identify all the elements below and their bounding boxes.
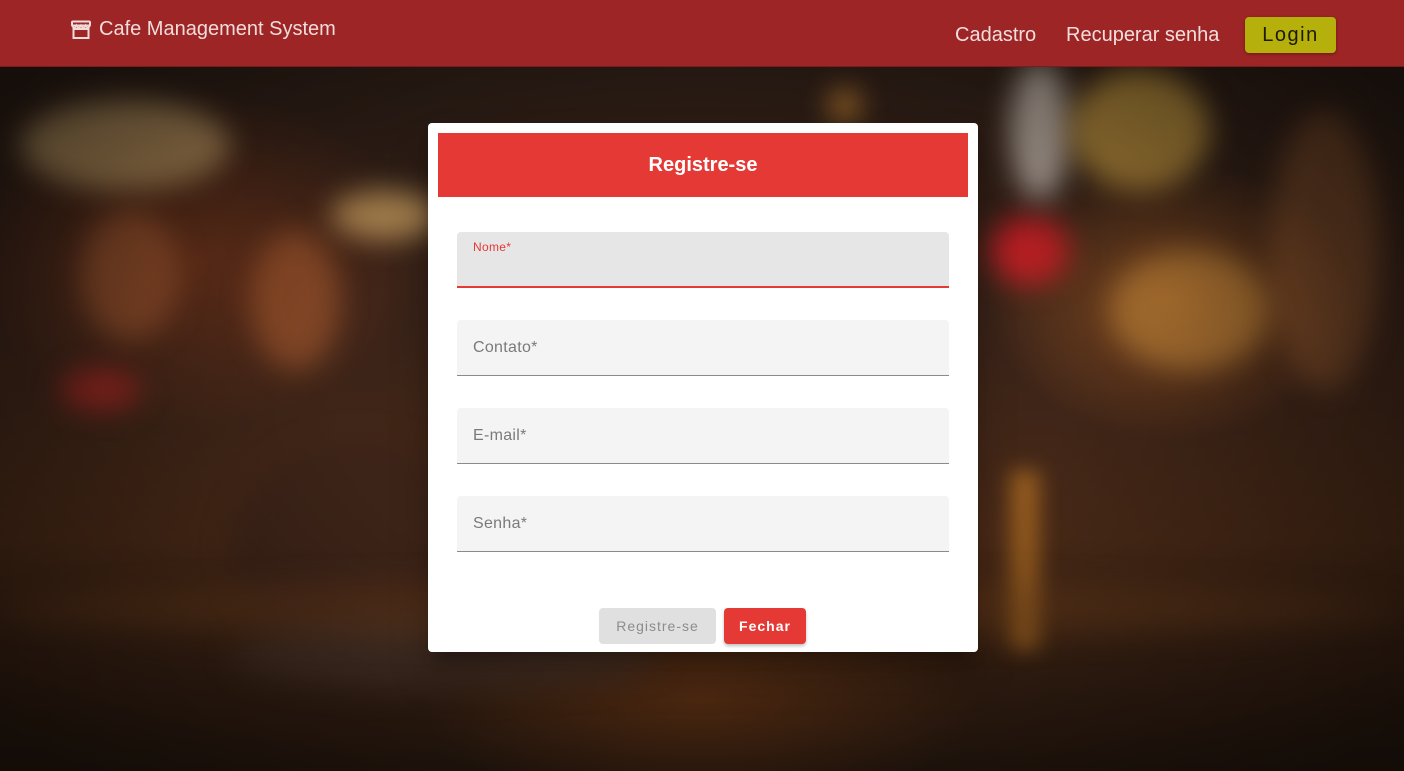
nav-recover-password-link[interactable]: Recuperar senha — [1066, 24, 1219, 47]
name-input[interactable] — [473, 258, 935, 280]
register-dialog: Registre-se Nome* Contato* E-mail* Senha… — [428, 123, 978, 652]
app-title: Cafe Management System — [99, 18, 336, 40]
password-field[interactable]: Senha* — [457, 496, 949, 552]
dialog-header: Registre-se — [438, 133, 968, 197]
name-field-label: Nome* — [473, 240, 512, 254]
close-button[interactable]: Fechar — [724, 608, 806, 644]
name-field[interactable]: Nome* — [457, 232, 949, 288]
email-field[interactable]: E-mail* — [457, 408, 949, 464]
contact-input[interactable] — [473, 346, 935, 368]
email-input[interactable] — [473, 434, 935, 456]
register-button[interactable]: Registre-se — [599, 608, 716, 644]
login-button[interactable]: Login — [1245, 17, 1336, 53]
password-input[interactable] — [473, 522, 935, 544]
dialog-actions: Registre-se Fechar — [428, 608, 978, 644]
nav-signup-link[interactable]: Cadastro — [955, 24, 1036, 47]
brand: Cafe Management System — [70, 18, 336, 41]
dialog-title: Registre-se — [648, 153, 758, 176]
store-icon — [71, 20, 91, 39]
app-window: Cafe Management System Cadastro Recupera… — [0, 0, 1404, 771]
contact-field[interactable]: Contato* — [457, 320, 949, 376]
top-navbar: Cafe Management System Cadastro Recupera… — [0, 0, 1404, 67]
